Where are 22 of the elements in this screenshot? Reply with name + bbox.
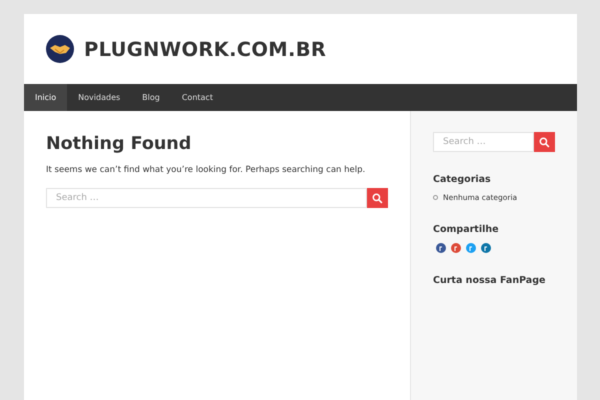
search-button[interactable]: [367, 188, 388, 208]
search-button[interactable]: [534, 132, 555, 152]
page-heading: Nothing Found: [46, 134, 192, 154]
site-title[interactable]: PLUGNWORK.COM.BR: [84, 38, 326, 60]
widget-title: Categorias: [433, 174, 492, 185]
message-text: It seems we can’t find what you’re looking for. Perhaps searching can help.: [46, 165, 366, 175]
widget-title: Curta nossa FanPage: [433, 275, 546, 286]
share-icon[interactable]: [436, 243, 446, 253]
share-icon[interactable]: [481, 243, 491, 253]
share-icon[interactable]: [466, 243, 476, 253]
widget-title: Compartilhe: [433, 224, 500, 235]
handshake-logo[interactable]: [46, 35, 74, 63]
search-field[interactable]: Search …: [433, 132, 534, 152]
share-icon[interactable]: [451, 243, 461, 253]
nav-tab[interactable]: Novidades: [67, 84, 132, 111]
search-icon: [539, 136, 550, 148]
nav-tab[interactable]: Blog: [131, 84, 171, 111]
search-field[interactable]: Search …: [46, 188, 367, 208]
search-icon: [372, 192, 383, 204]
nav-tab[interactable]: Inicio: [24, 84, 68, 111]
nav-tab[interactable]: Contact: [170, 84, 224, 111]
bullet-icon: [433, 195, 438, 200]
